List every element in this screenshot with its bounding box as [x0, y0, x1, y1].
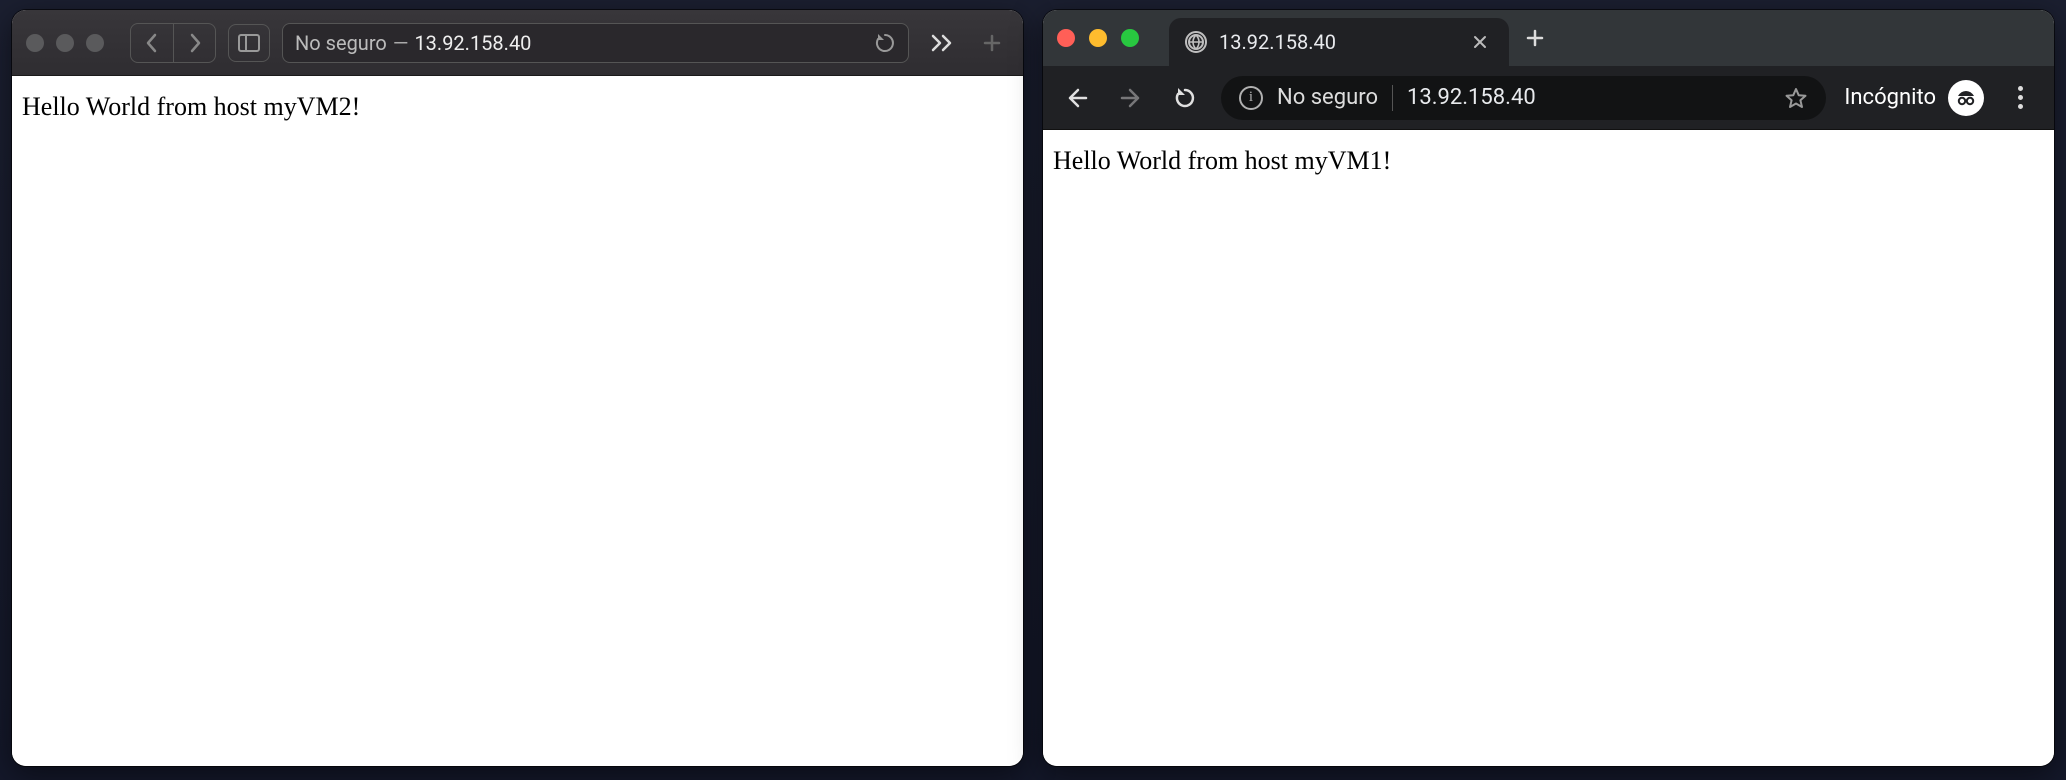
reload-button[interactable]	[874, 32, 896, 54]
back-button[interactable]	[131, 24, 173, 62]
address-host: 13.92.158.40	[1407, 85, 1536, 110]
window-controls	[1057, 29, 1139, 47]
safari-window: No seguro — 13.92.158.40 Hello World fro…	[12, 10, 1023, 766]
page-content: Hello World from host myVM2!	[12, 76, 1023, 766]
sidebar-button[interactable]	[228, 24, 270, 62]
window-minimize-button[interactable]	[1089, 29, 1107, 47]
globe-icon	[1185, 31, 1207, 53]
window-close-button[interactable]	[1057, 29, 1075, 47]
chevron-right-icon	[187, 33, 203, 53]
security-label: No seguro	[1277, 85, 1378, 110]
plus-icon	[982, 33, 1002, 53]
safari-nav-group	[130, 23, 216, 63]
new-tab-button[interactable]	[975, 24, 1009, 62]
chrome-address-bar[interactable]: i No seguro 13.92.158.40	[1221, 76, 1826, 120]
address-separator: —	[393, 31, 409, 55]
arrow-left-icon	[1064, 85, 1090, 111]
incognito-icon	[1948, 80, 1984, 116]
chrome-toolbar: i No seguro 13.92.158.40 Incógnito	[1043, 66, 2054, 130]
menu-button[interactable]	[2002, 80, 2038, 116]
back-button[interactable]	[1059, 80, 1095, 116]
forward-button[interactable]	[173, 24, 215, 62]
close-icon	[1473, 35, 1487, 49]
safari-toolbar: No seguro — 13.92.158.40	[12, 10, 1023, 76]
chrome-tabstrip: 13.92.158.40	[1043, 10, 2054, 66]
window-close-button[interactable]	[26, 34, 44, 52]
tab-close-button[interactable]	[1467, 29, 1493, 55]
kebab-icon	[2006, 86, 2034, 109]
browser-tab[interactable]: 13.92.158.40	[1169, 18, 1509, 66]
chevron-left-icon	[144, 33, 160, 53]
window-maximize-button[interactable]	[86, 34, 104, 52]
window-controls	[26, 34, 104, 52]
new-tab-button[interactable]	[1515, 18, 1555, 58]
double-chevron-right-icon	[930, 33, 954, 53]
address-host: 13.92.158.40	[414, 31, 531, 55]
tabs-overflow-button[interactable]	[921, 24, 963, 62]
window-minimize-button[interactable]	[56, 34, 74, 52]
star-icon	[1784, 86, 1808, 110]
incognito-indicator[interactable]: Incógnito	[1844, 80, 1984, 116]
window-maximize-button[interactable]	[1121, 29, 1139, 47]
reload-button[interactable]	[1167, 80, 1203, 116]
forward-button[interactable]	[1113, 80, 1149, 116]
address-separator	[1392, 85, 1393, 111]
incognito-label: Incógnito	[1844, 85, 1936, 110]
chrome-window: 13.92.158.40 i No seguro 13.92.158.40	[1043, 10, 2054, 766]
page-content: Hello World from host myVM1!	[1043, 130, 2054, 766]
arrow-right-icon	[1118, 85, 1144, 111]
safari-address-bar[interactable]: No seguro — 13.92.158.40	[282, 23, 909, 63]
sidebar-icon	[238, 34, 260, 52]
page-text: Hello World from host myVM1!	[1053, 146, 1391, 175]
plus-icon	[1525, 28, 1545, 48]
bookmark-button[interactable]	[1784, 86, 1808, 110]
tab-title: 13.92.158.40	[1219, 30, 1336, 54]
reload-icon	[874, 32, 896, 54]
site-info-icon[interactable]: i	[1239, 86, 1263, 110]
reload-icon	[1173, 86, 1197, 110]
security-label: No seguro	[295, 31, 387, 55]
page-text: Hello World from host myVM2!	[22, 92, 360, 121]
